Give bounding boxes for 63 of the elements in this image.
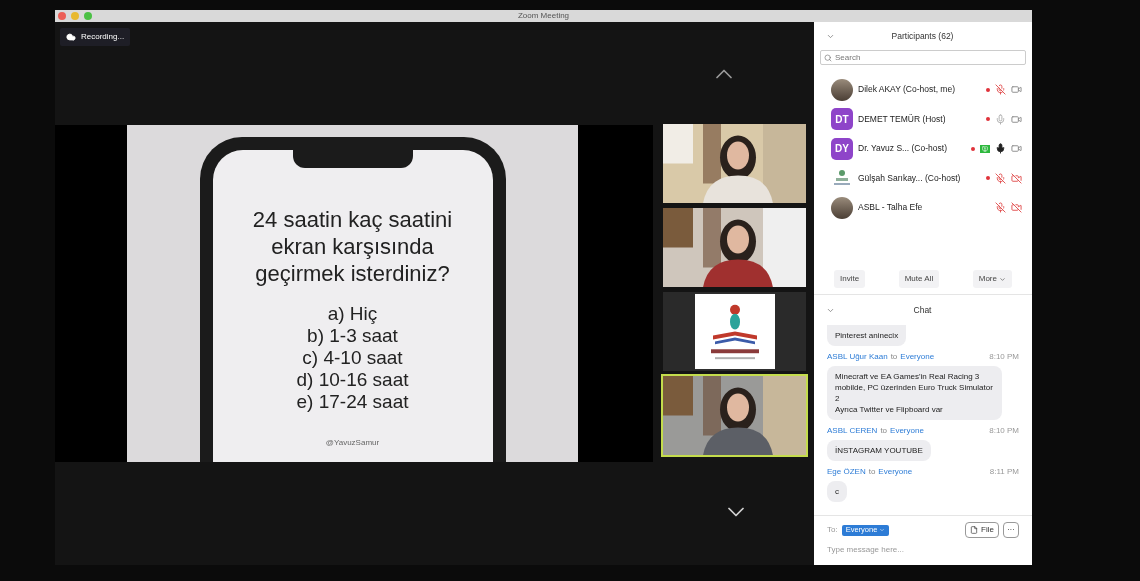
video-icon[interactable] <box>1011 143 1022 155</box>
panel-button[interactable]: Mute All <box>898 270 940 288</box>
participant-name: DEMET TEMÜR (Host) <box>858 112 946 126</box>
participant-name: ASBL - Talha Efe <box>858 201 923 215</box>
message-recipient: Everyone <box>900 351 935 363</box>
slide-credit: @YavuzSamur <box>325 437 380 449</box>
answer-option: a) Hiç <box>327 303 378 325</box>
panel-button[interactable]: Invite <box>834 270 866 288</box>
video-off-icon[interactable] <box>1011 202 1022 214</box>
answer-option: d) 10-16 saat <box>296 369 409 391</box>
caret-icon <box>999 275 1006 283</box>
window-title: Zoom Meeting <box>517 11 570 21</box>
participant-row[interactable]: DY Dr. Yavuz S... (Co-host) <box>814 134 1032 164</box>
panel-title: Participants (62) <box>891 29 955 43</box>
file-icon <box>970 526 979 534</box>
avatar: DY <box>831 137 853 160</box>
message-sender: ASBL CEREN <box>827 425 878 437</box>
message-recipient: Everyone <box>890 425 924 437</box>
participant-row[interactable]: Dilek AKAY (Co-host, me) <box>814 75 1032 105</box>
search-icon <box>824 53 832 62</box>
participant-row[interactable]: DT DEMET TEMÜR (Host) <box>814 104 1032 134</box>
mic-icon[interactable] <box>995 143 1006 155</box>
message-connector: to <box>868 466 876 478</box>
participant-row[interactable]: Gülşah Sarıkay... (Co-host) <box>814 163 1032 193</box>
close-icon[interactable] <box>58 12 66 20</box>
avatar <box>831 196 853 219</box>
message-text: c <box>835 486 839 497</box>
message-sender: Ege ÖZEN <box>827 466 866 478</box>
message-text: Minecraft ve EA Games'in Real Racing 3 mobilde, PC üzerinden Euro Truck Simulator 2 <box>835 371 994 404</box>
video-icon[interactable] <box>1011 84 1022 96</box>
file-button[interactable]: File <box>965 522 999 538</box>
avatar: DT <box>831 108 853 131</box>
mic-muted-icon[interactable] <box>995 202 1006 214</box>
video-off-icon[interactable] <box>1011 172 1022 184</box>
to-label: To: <box>827 524 838 536</box>
message-text: Ayrıca Twitter ve Flipboard var <box>835 404 944 415</box>
participant-name: Gülşah Sarıkay... (Co-host) <box>858 171 961 185</box>
message-time: 8:10 PM <box>989 351 1019 363</box>
slide-question: 24 saatin kaç saatini ekran karşısında geçirmek isterdiniz? <box>251 206 454 287</box>
answer-option: c) 4-10 saat <box>302 347 403 369</box>
cloud-icon <box>66 32 76 42</box>
search-field[interactable]: Search <box>820 50 1026 65</box>
participant-row[interactable]: ASBL - Talha Efe <box>814 193 1032 223</box>
recording-badge: Recording... <box>60 28 131 46</box>
caret-icon <box>879 527 886 533</box>
panel-title: Chat <box>913 303 933 317</box>
avatar <box>831 78 853 101</box>
message-text: Pinterest aninecix <box>835 330 899 341</box>
message-recipient: Everyone <box>878 466 913 478</box>
answer-option: e) 17-24 saat <box>296 391 409 413</box>
video-icon[interactable] <box>1011 113 1022 125</box>
message-sender: ASBL Uğur Kaan <box>827 351 888 363</box>
message-time: 8:10 PM <box>989 425 1019 437</box>
mic-muted-icon[interactable] <box>995 84 1006 96</box>
mic-muted-icon[interactable] <box>995 172 1006 184</box>
panel-button[interactable]: More <box>972 270 1012 288</box>
message-connector: to <box>880 425 888 437</box>
answer-option: b) 1-3 saat <box>307 325 398 347</box>
message-time: 8:11 PM <box>989 466 1019 478</box>
participant-name: Dilek AKAY (Co-host, me) <box>858 83 955 97</box>
message-connector: to <box>890 351 898 363</box>
message-text: İNSTAGRAM YOUTUBE <box>835 445 923 456</box>
participant-name: Dr. Yavuz S... (Co-host) <box>858 142 947 156</box>
